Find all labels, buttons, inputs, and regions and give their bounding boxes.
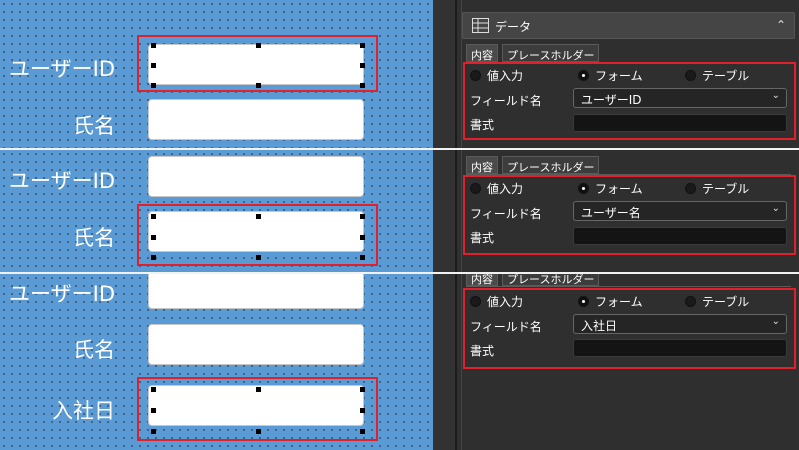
radio-on-icon: [578, 70, 589, 81]
canvas-gap: [433, 0, 455, 148]
resize-handle[interactable]: [360, 235, 365, 240]
tab-content[interactable]: 内容: [466, 44, 498, 62]
field-name-value: ユーザーID: [581, 93, 642, 107]
radio-table[interactable]: テーブル: [685, 180, 749, 197]
radio-label: 値入力: [487, 182, 524, 196]
field-name-value: ユーザー名: [581, 206, 641, 220]
screenshot-panel-2: ユーザーID 氏名 内容 プレースホルダー 値入力 フォーム テーブル フィール…: [0, 150, 799, 272]
resize-handle[interactable]: [256, 255, 261, 260]
resize-handle[interactable]: [151, 83, 156, 88]
radio-value-input[interactable]: 値入力: [470, 293, 523, 310]
format-input[interactable]: [573, 114, 787, 132]
screenshot-panel-3: ユーザーID 氏名 入社日 内容 プレースホルダー 値入力 フォーム テーブル …: [0, 274, 799, 450]
radio-off-icon: [470, 296, 481, 307]
resize-handle[interactable]: [256, 43, 261, 48]
screenshot-panel-1: ユーザーID 氏名 データ ⌃ 内容 プレースホルダー 値入力 フォーム テーブ…: [0, 0, 799, 148]
radio-table[interactable]: テーブル: [685, 67, 749, 84]
tab-placeholder[interactable]: プレースホルダー: [502, 274, 600, 286]
radio-off-icon: [470, 183, 481, 194]
resize-handle[interactable]: [151, 429, 156, 434]
radio-value-input[interactable]: 値入力: [470, 180, 523, 197]
name-field[interactable]: [148, 99, 364, 140]
resize-handle[interactable]: [360, 408, 365, 413]
user-id-label: ユーザーID: [9, 169, 115, 193]
resize-handle[interactable]: [360, 214, 365, 219]
user-id-label: ユーザーID: [9, 282, 115, 306]
name-label: 氏名: [73, 226, 115, 250]
tab-placeholder[interactable]: プレースホルダー: [502, 44, 600, 62]
user-id-label: ユーザーID: [9, 57, 115, 81]
radio-label: テーブル: [702, 69, 750, 83]
name-label: 氏名: [73, 338, 115, 362]
name-label: 氏名: [73, 114, 115, 138]
grid-table-icon: [472, 18, 489, 33]
resize-handle[interactable]: [151, 214, 156, 219]
resize-handle[interactable]: [151, 63, 156, 68]
resize-handle[interactable]: [360, 43, 365, 48]
field-name-select[interactable]: ユーザー名 ⌄: [573, 201, 787, 221]
radio-table[interactable]: テーブル: [685, 293, 749, 310]
tab-content[interactable]: 内容: [466, 156, 498, 174]
format-label: 書式: [470, 344, 495, 358]
field-name-label: フィールド名: [470, 320, 542, 334]
field-name-label: フィールド名: [470, 207, 542, 221]
data-section-header[interactable]: データ ⌃: [462, 12, 795, 39]
resize-handle[interactable]: [151, 255, 156, 260]
chevron-up-icon[interactable]: ⌃: [776, 18, 786, 32]
resize-handle[interactable]: [256, 83, 261, 88]
radio-label: フォーム: [595, 182, 643, 196]
user-id-field[interactable]: [148, 274, 364, 309]
radio-off-icon: [685, 183, 696, 194]
resize-handle[interactable]: [256, 387, 261, 392]
format-label: 書式: [470, 231, 495, 245]
section-title: データ: [495, 20, 532, 34]
format-input[interactable]: [573, 227, 787, 245]
resize-handle[interactable]: [360, 429, 365, 434]
field-name-select[interactable]: 入社日 ⌄: [573, 314, 787, 334]
resize-handle[interactable]: [256, 214, 261, 219]
chevron-down-icon: ⌄: [771, 316, 780, 327]
tab-content[interactable]: 内容: [466, 274, 498, 286]
radio-label: 値入力: [487, 69, 524, 83]
chevron-down-icon: ⌄: [771, 90, 780, 101]
radio-label: 値入力: [487, 295, 524, 309]
radio-off-icon: [470, 70, 481, 81]
radio-on-icon: [578, 183, 589, 194]
resize-handle[interactable]: [256, 429, 261, 434]
resize-handle[interactable]: [151, 387, 156, 392]
field-name-label: フィールド名: [470, 94, 542, 108]
user-id-field[interactable]: [148, 156, 364, 197]
format-label: 書式: [470, 118, 495, 132]
field-name-select[interactable]: ユーザーID ⌄: [573, 88, 787, 108]
canvas-gap: [433, 274, 455, 450]
radio-label: テーブル: [702, 295, 750, 309]
resize-handle[interactable]: [360, 255, 365, 260]
radio-value-input[interactable]: 値入力: [470, 67, 523, 84]
radio-label: フォーム: [595, 69, 643, 83]
resize-handle[interactable]: [151, 43, 156, 48]
name-field[interactable]: [148, 324, 364, 365]
resize-handle[interactable]: [151, 408, 156, 413]
radio-off-icon: [685, 296, 696, 307]
radio-form[interactable]: フォーム: [578, 293, 643, 310]
tab-underline: [466, 286, 791, 287]
resize-handle[interactable]: [360, 83, 365, 88]
radio-on-icon: [578, 296, 589, 307]
radio-form[interactable]: フォーム: [578, 67, 643, 84]
tab-placeholder[interactable]: プレースホルダー: [502, 156, 600, 174]
field-name-value: 入社日: [581, 319, 618, 333]
radio-label: フォーム: [595, 295, 643, 309]
radio-label: テーブル: [702, 182, 750, 196]
chevron-down-icon: ⌄: [771, 203, 780, 214]
format-input[interactable]: [573, 339, 787, 357]
radio-form[interactable]: フォーム: [578, 180, 643, 197]
resize-handle[interactable]: [151, 235, 156, 240]
resize-handle[interactable]: [360, 387, 365, 392]
radio-off-icon: [685, 70, 696, 81]
resize-handle[interactable]: [360, 63, 365, 68]
join-date-label: 入社日: [52, 399, 115, 423]
canvas-gap: [433, 150, 455, 272]
